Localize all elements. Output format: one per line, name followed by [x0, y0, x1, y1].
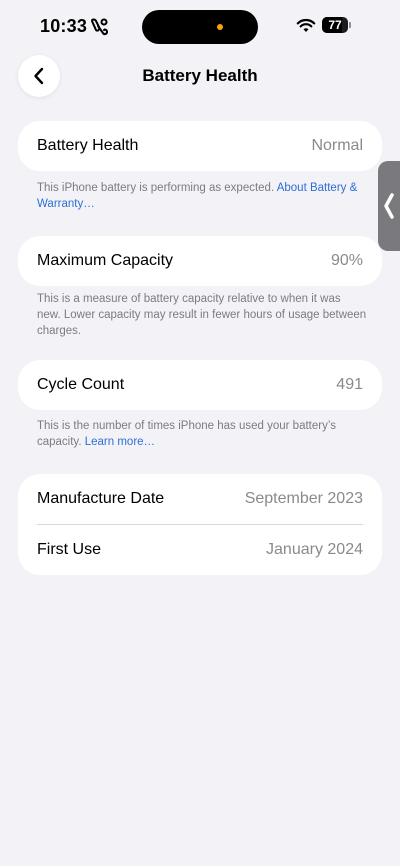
status-time: 10:33: [40, 16, 88, 36]
battery-health-value: Normal: [311, 137, 363, 154]
battery-health-label: Battery Health: [37, 137, 139, 154]
cycle-count-card: Cycle Count 491: [18, 360, 382, 410]
battery-health-note-text: This iPhone battery is performing as exp…: [37, 182, 277, 194]
dates-card: Manufacture Date September 2023 First Us…: [18, 474, 382, 575]
dynamic-island: [142, 10, 258, 44]
cycle-count-note: This is the number of times iPhone has u…: [37, 418, 367, 450]
maximum-capacity-note: This is a measure of battery capacity re…: [37, 293, 367, 337]
privacy-indicator-dot: [217, 24, 223, 30]
manufacture-date-value: September 2023: [244, 490, 363, 507]
status-bar: 10:33 77: [0, 0, 400, 54]
first-use-row: First Use January 2024: [18, 525, 382, 575]
side-panel-handle[interactable]: [378, 161, 400, 251]
cycle-count-label: Cycle Count: [37, 376, 125, 393]
battery-icon: 77: [322, 17, 352, 33]
battery-level: 77: [328, 18, 342, 32]
battery-health-note: This iPhone battery is performing as exp…: [37, 180, 367, 212]
chevron-left-icon: [384, 193, 394, 219]
maximum-capacity-card: Maximum Capacity 90%: [18, 236, 382, 286]
first-use-value: January 2024: [266, 541, 363, 558]
learn-more-link[interactable]: Learn more…: [85, 436, 155, 448]
battery-health-card: Battery Health Normal: [18, 121, 382, 171]
wifi-icon: [296, 18, 316, 32]
maximum-capacity-value: 90%: [330, 252, 363, 269]
maximum-capacity-row: Maximum Capacity 90%: [18, 236, 382, 286]
manufacture-date-label: Manufacture Date: [37, 490, 165, 507]
battery-health-row: Battery Health Normal: [18, 121, 382, 171]
maximum-capacity-label: Maximum Capacity: [37, 252, 174, 269]
cycle-count-note-text: This is the number of times iPhone has u…: [37, 420, 336, 448]
manufacture-date-row: Manufacture Date September 2023: [18, 474, 382, 524]
focus-mode-icon: [90, 18, 109, 36]
page-title: Battery Health: [142, 66, 258, 85]
cycle-count-value: 491: [336, 376, 363, 393]
cycle-count-row: Cycle Count 491: [18, 360, 382, 410]
first-use-label: First Use: [37, 541, 101, 558]
